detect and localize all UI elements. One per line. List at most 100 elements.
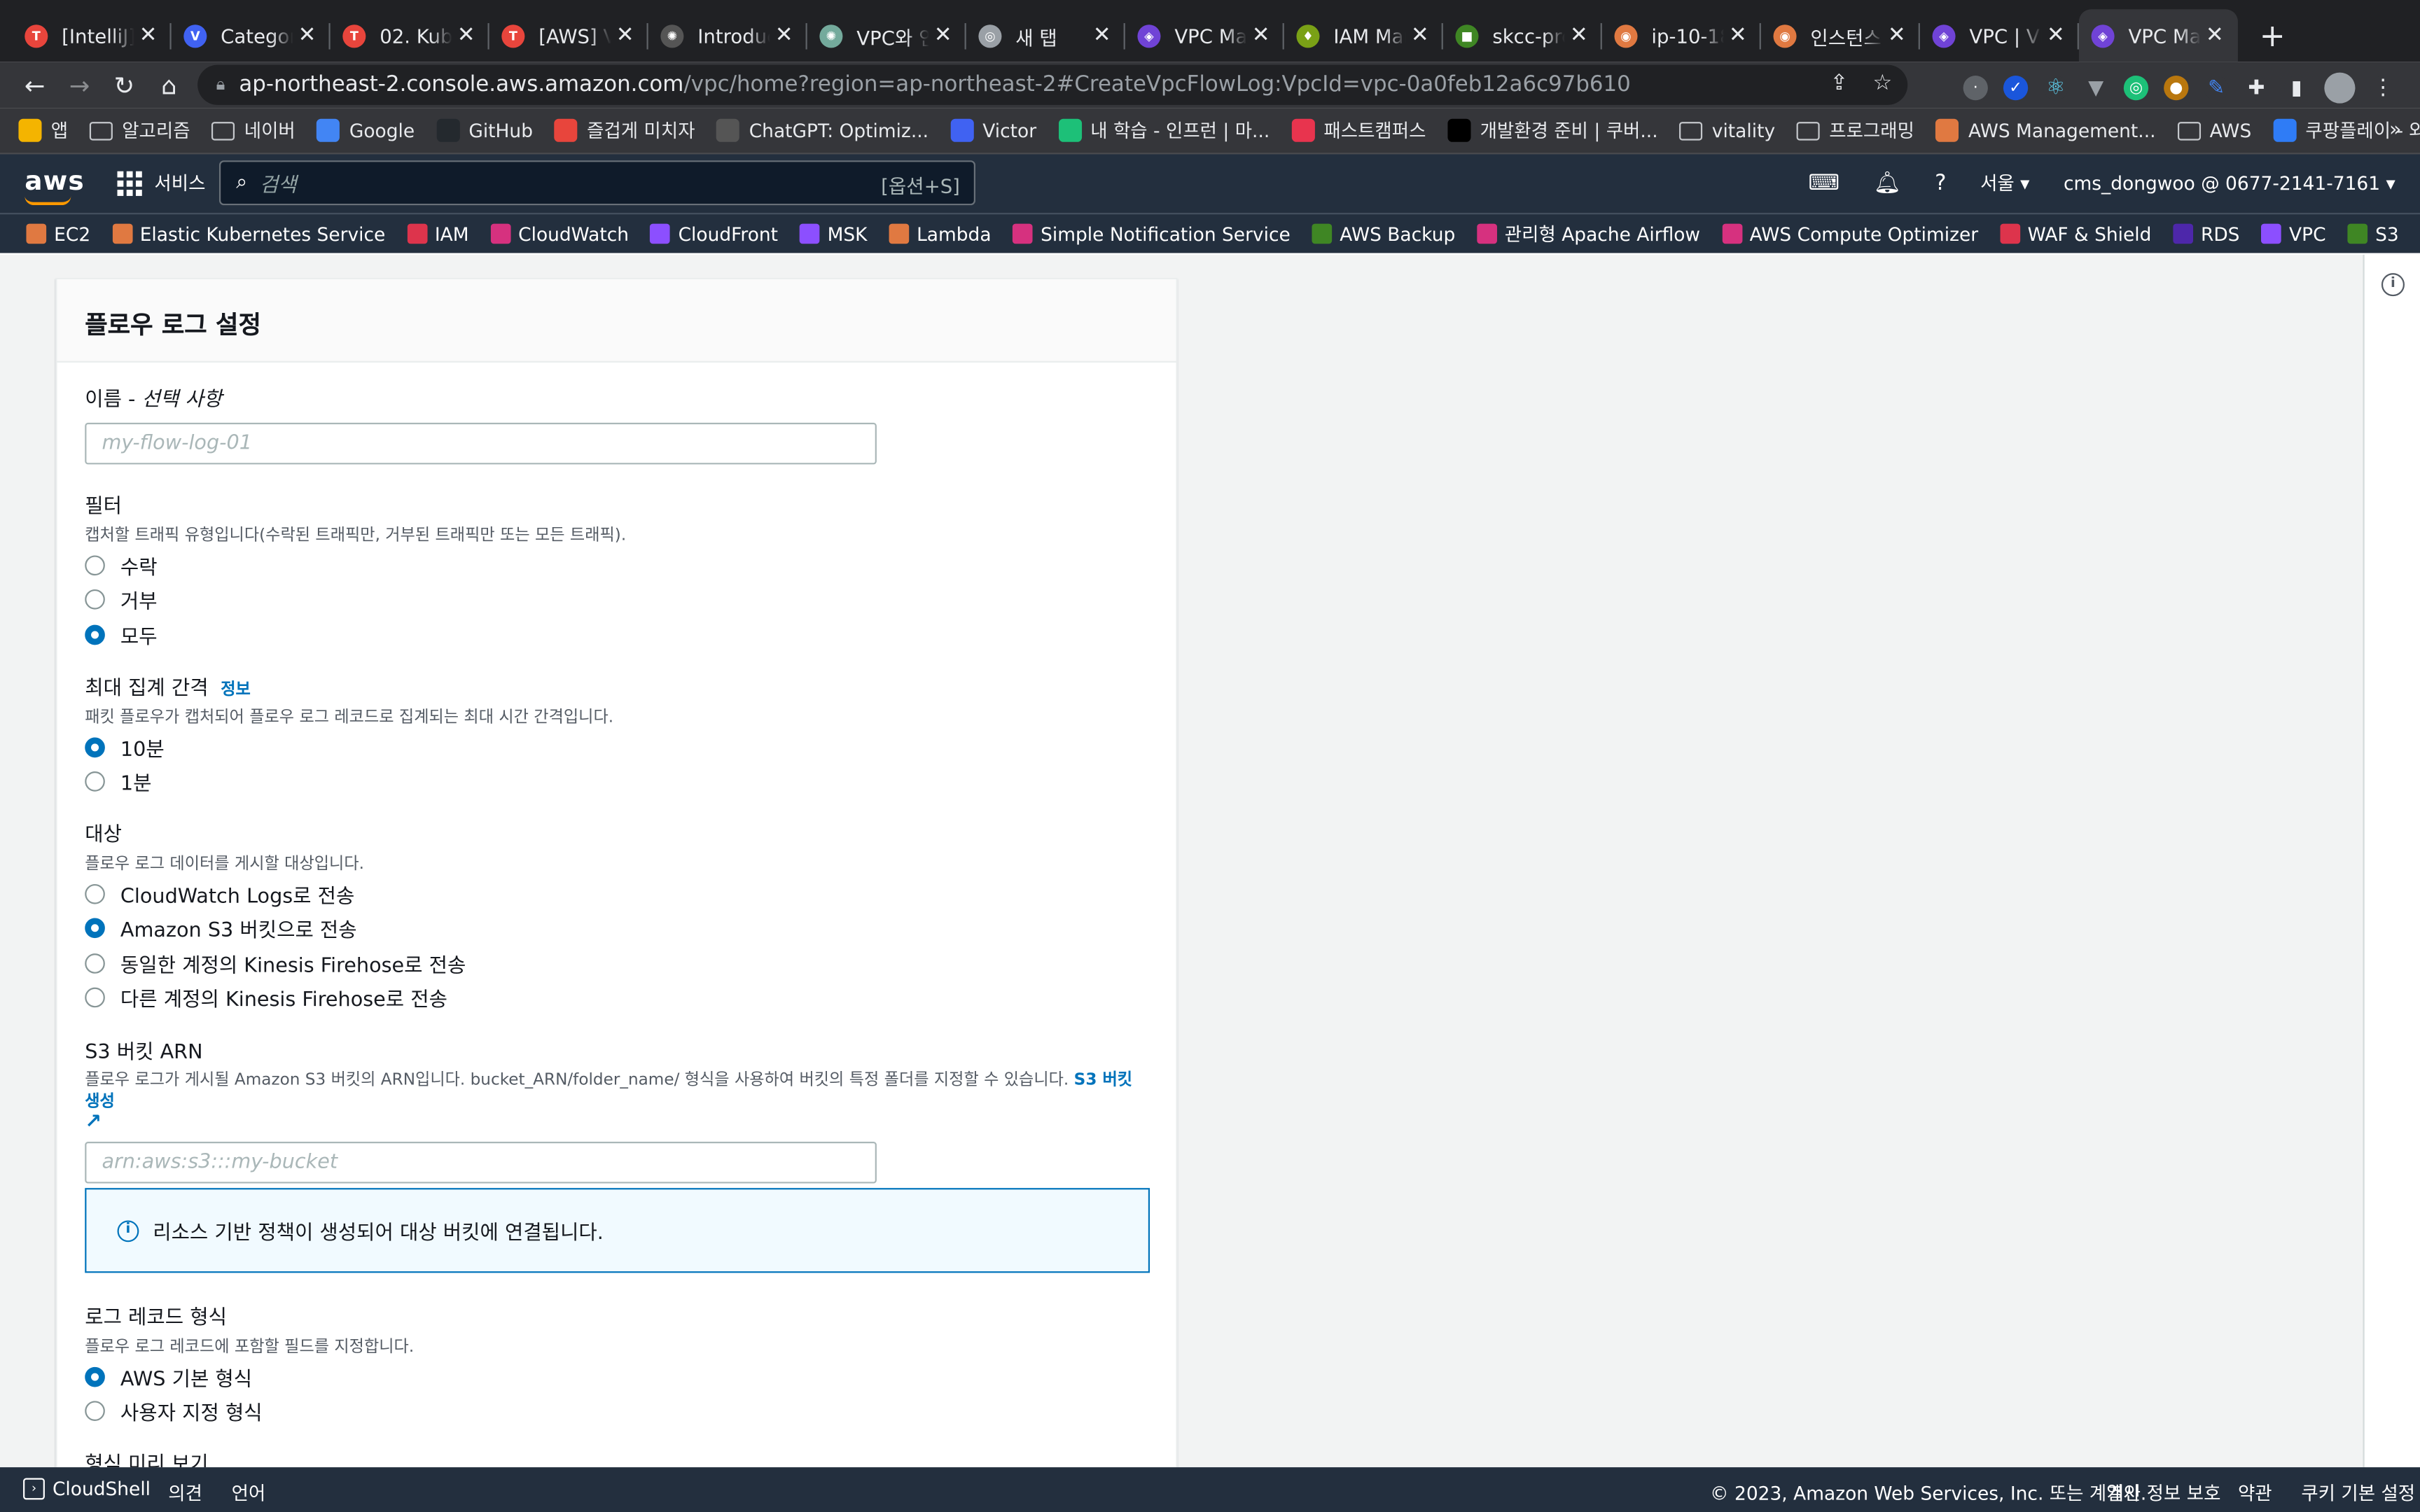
aws-logo[interactable]: aws: [25, 167, 85, 206]
radio-option[interactable]: 모두: [85, 617, 1150, 652]
close-tab-icon[interactable]: ✕: [296, 23, 318, 48]
extension-circle-icon[interactable]: ◎: [2123, 76, 2149, 101]
close-tab-icon[interactable]: ✕: [1409, 23, 1431, 48]
close-tab-icon[interactable]: ✕: [1568, 23, 1590, 48]
close-tab-icon[interactable]: ✕: [2204, 23, 2225, 48]
favorite-service-link[interactable]: RDS: [2173, 223, 2239, 244]
favorite-service-link[interactable]: AWS Backup: [1312, 223, 1455, 244]
radio-option[interactable]: 거부: [85, 582, 1150, 617]
browser-tab[interactable]: ✺ Introduci✕: [648, 9, 807, 62]
close-tab-icon[interactable]: ✕: [773, 23, 795, 48]
browser-tab[interactable]: ◎ 새 탭 ✕: [966, 9, 1125, 62]
close-tab-icon[interactable]: ✕: [1727, 23, 1748, 48]
radio-option[interactable]: 10분: [85, 730, 1150, 765]
info-link[interactable]: 정보: [221, 680, 251, 699]
bookmark-item[interactable]: 앱: [18, 118, 68, 144]
favorite-service-link[interactable]: AWS Compute Optimizer: [1721, 223, 1978, 244]
radio-button[interactable]: [85, 554, 105, 575]
radio-button[interactable]: [85, 1366, 105, 1387]
radio-button[interactable]: [85, 883, 105, 904]
radio-option[interactable]: 다른 계정의 Kinesis Firehose로 전송: [85, 981, 1150, 1016]
bookmark-item[interactable]: GitHub: [436, 118, 533, 142]
info-panel-icon[interactable]: i: [2381, 273, 2405, 297]
favorite-service-link[interactable]: WAF & Shield: [1999, 223, 2151, 244]
cloudshell-icon[interactable]: ⌨: [1808, 171, 1840, 195]
favorite-service-link[interactable]: MSK: [799, 223, 868, 244]
s3-arn-input[interactable]: arn:aws:s3:::my-bucket: [85, 1142, 877, 1184]
favorite-service-link[interactable]: 관리형 Apache Airflow: [1477, 220, 1700, 246]
close-tab-icon[interactable]: ✕: [1250, 23, 1272, 48]
privacy-link[interactable]: 개인 정보 보호: [2107, 1480, 2221, 1506]
cookie-icon[interactable]: ●: [2164, 76, 2189, 101]
browser-tab[interactable]: T [AWS] V ✕: [489, 9, 648, 62]
wrench-icon[interactable]: ✎: [2204, 76, 2229, 101]
favorite-service-link[interactable]: CloudFront: [650, 223, 778, 244]
services-menu-button[interactable]: 서비스: [117, 169, 205, 195]
browser-tab[interactable]: ◉ 인스턴스 ✕: [1761, 9, 1920, 62]
radio-option[interactable]: 사용자 지정 형식: [85, 1394, 1150, 1429]
browser-tab[interactable]: ◈ VPC Man✕: [1125, 9, 1284, 62]
bookmark-star-icon[interactable]: ☆: [1873, 71, 1893, 95]
close-tab-icon[interactable]: ✕: [137, 23, 159, 48]
menu-icon[interactable]: ⋮: [2370, 76, 2395, 101]
terms-link[interactable]: 약관: [2238, 1480, 2272, 1506]
radio-button[interactable]: [85, 589, 105, 610]
name-input[interactable]: my-flow-log-01: [85, 422, 877, 465]
language-link[interactable]: 언어: [232, 1480, 266, 1506]
close-tab-icon[interactable]: ✕: [455, 23, 477, 48]
radio-button[interactable]: [85, 988, 105, 1008]
favorite-service-link[interactable]: IAM: [407, 223, 469, 244]
favorite-service-link[interactable]: EC2: [26, 223, 90, 244]
bookmark-item[interactable]: AWS Management...: [1935, 118, 2156, 142]
back-icon[interactable]: ←: [13, 70, 57, 99]
radio-option[interactable]: 동일한 계정의 Kinesis Firehose로 전송: [85, 946, 1150, 981]
browser-tab[interactable]: ◈ VPC Man✕: [2078, 9, 2238, 62]
bookmark-item[interactable]: 개발환경 준비 | 쿠버...: [1447, 118, 1658, 144]
bookmark-item[interactable]: Google: [317, 118, 415, 142]
favorite-service-link[interactable]: Simple Notification Service: [1013, 223, 1291, 244]
bookmark-item[interactable]: vitality: [1679, 120, 1775, 141]
search-input[interactable]: ⌕ 검색 [옵션+S]: [218, 160, 975, 206]
bookmark-item[interactable]: ChatGPT: Optimiz...: [716, 118, 929, 142]
reload-icon[interactable]: ↻: [102, 70, 146, 99]
close-tab-icon[interactable]: ✕: [614, 23, 636, 48]
new-tab-icon[interactable]: +: [2238, 9, 2307, 62]
favorite-service-link[interactable]: S3: [2347, 223, 2399, 244]
browser-tab[interactable]: ✺ VPC와 인 ✕: [807, 9, 966, 62]
home-icon[interactable]: ⌂: [146, 70, 191, 99]
puzzle-icon[interactable]: ✚: [2244, 76, 2269, 101]
radio-option[interactable]: AWS 기본 형식: [85, 1359, 1150, 1394]
close-tab-icon[interactable]: ✕: [932, 23, 954, 48]
profile-avatar[interactable]: [2324, 72, 2356, 104]
check-extension-icon[interactable]: ✓: [2003, 76, 2029, 101]
favorite-service-link[interactable]: Elastic Kubernetes Service: [112, 223, 385, 244]
radio-option[interactable]: 1분: [85, 764, 1150, 799]
radio-option[interactable]: 수락: [85, 547, 1150, 582]
favorite-service-link[interactable]: Lambda: [889, 223, 992, 244]
close-tab-icon[interactable]: ✕: [2045, 23, 2066, 48]
radio-button[interactable]: [85, 737, 105, 757]
account-menu[interactable]: cms_dongwoo @ 0677-2141-7161 ▾: [2064, 172, 2395, 194]
forward-icon[interactable]: →: [57, 70, 102, 99]
vue-devtools-icon[interactable]: ▼: [2083, 76, 2108, 101]
notifications-bell-icon[interactable]: 🔔︎: [1874, 171, 1901, 195]
radio-button[interactable]: [85, 624, 105, 645]
radio-button[interactable]: [85, 1401, 105, 1422]
browser-tab[interactable]: ■ skcc-pro✕: [1443, 9, 1602, 62]
react-devtools-icon[interactable]: ⚛: [2043, 76, 2068, 101]
region-selector[interactable]: 서울 ▾: [1980, 169, 2029, 195]
feedback-link[interactable]: 의견: [168, 1480, 202, 1506]
help-icon[interactable]: ?: [1935, 171, 1946, 195]
address-bar[interactable]: 🔒︎ ap-northeast-2.console.aws.amazon.com…: [197, 64, 1908, 105]
browser-tab[interactable]: V Category✕: [172, 9, 331, 62]
bookmark-item[interactable]: 즐겁게 미치자: [554, 118, 695, 144]
browser-tab[interactable]: ◈ VPC | VP✕: [1920, 9, 2079, 62]
browser-tab[interactable]: ◉ ip-10-18✕: [1602, 9, 1761, 62]
radio-option[interactable]: CloudWatch Logs로 전송: [85, 876, 1150, 911]
favorite-service-link[interactable]: VPC: [2261, 223, 2326, 244]
close-tab-icon[interactable]: ✕: [1886, 23, 1907, 48]
bookmarks-more-icon[interactable]: »: [2389, 119, 2402, 142]
bookmark-item[interactable]: 알고리즘: [89, 118, 190, 144]
radio-button[interactable]: [85, 953, 105, 974]
extension-icon[interactable]: ·: [1963, 76, 1988, 101]
